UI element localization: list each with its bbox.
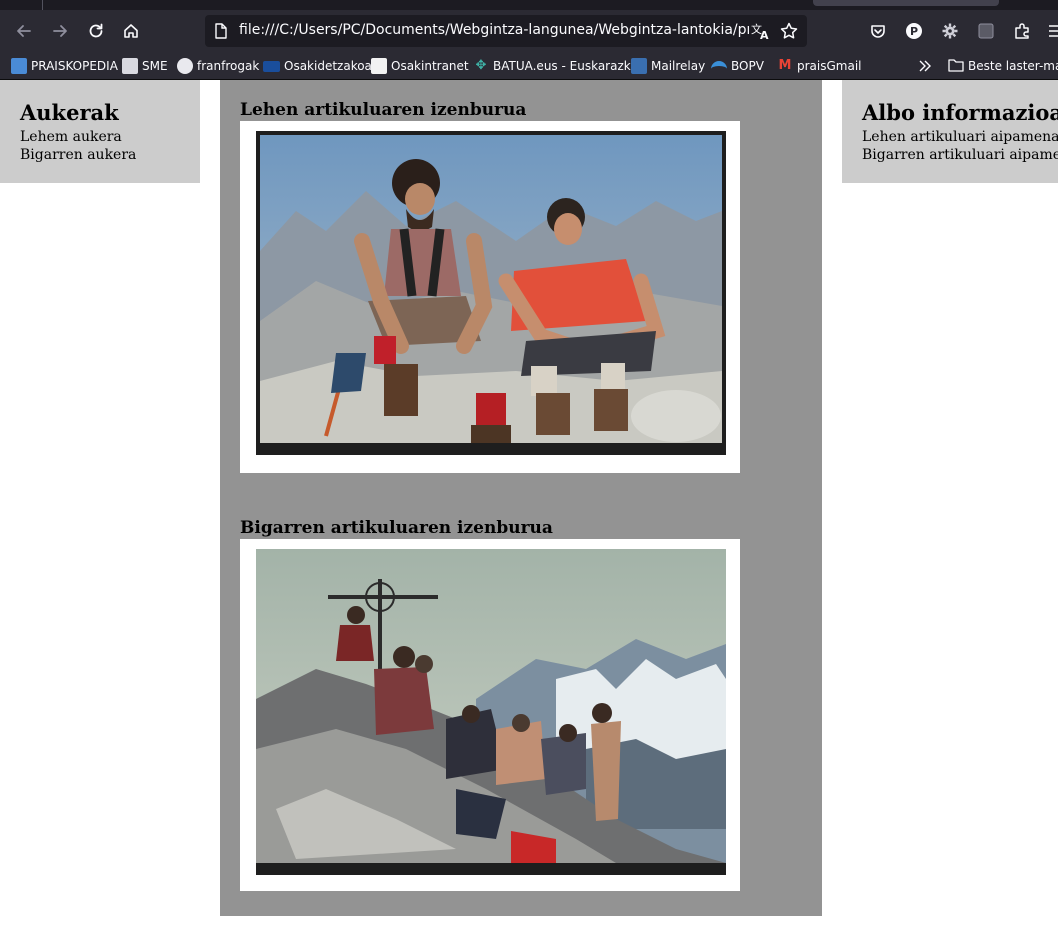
page-icon xyxy=(214,23,228,43)
folder-icon xyxy=(948,58,964,75)
menu-icon[interactable] xyxy=(1044,19,1058,43)
sap-icon xyxy=(263,60,280,72)
bookmark-label: BATUA.eus - Euskarazk... xyxy=(493,59,643,73)
right-sidebar-item: Bigarren artikuluari aipamena xyxy=(862,147,1058,163)
tab-separator xyxy=(42,0,43,10)
bookmark-osakidetzakoa[interactable]: Osakidetzakoa xyxy=(263,57,372,75)
tab-strip xyxy=(0,0,1058,10)
bookmark-batua[interactable]: ✥ BATUA.eus - Euskarazk... xyxy=(473,57,642,75)
bookmark-label: Osakintranet xyxy=(391,59,469,73)
mail-icon xyxy=(631,58,647,74)
bookmark-praiskopedia[interactable]: PRAISKOPEDIA xyxy=(11,57,118,75)
extensions-puzzle-icon[interactable] xyxy=(1010,19,1034,43)
right-sidebar-item: Lehen artikuluari aipamena xyxy=(862,129,1058,145)
gmail-icon: M xyxy=(777,58,793,74)
bookmark-label: Mailrelay xyxy=(651,59,706,73)
bookmark-osakintranet[interactable]: Osakintranet xyxy=(371,57,469,75)
bookmarks-overflow-icon[interactable] xyxy=(918,57,932,75)
bookmark-label: Beste laster-mark xyxy=(968,59,1058,73)
article-title: Bigarren artikuluaren izenburua xyxy=(240,518,553,538)
bookmark-favicon-icon xyxy=(122,58,138,74)
other-bookmarks-folder[interactable]: Beste laster-mark xyxy=(948,57,1058,75)
avatar-letter: P xyxy=(910,25,918,38)
bookmark-label: Osakidetzakoa xyxy=(284,59,372,73)
back-icon[interactable] xyxy=(12,19,36,43)
address-bar[interactable]: file:///C:/Users/PC/Documents/Webgintza-… xyxy=(205,15,807,47)
translate-icon[interactable]: 文A xyxy=(751,22,771,44)
account-avatar-icon[interactable]: P xyxy=(902,19,926,43)
article-image-frame xyxy=(240,121,740,473)
left-sidebar: Aukerak Lehem aukera Bigarren aukera xyxy=(0,80,200,183)
bookmark-label: PRAISKOPEDIA xyxy=(31,59,118,73)
right-sidebar: Albo informazioa Lehen artikuluari aipam… xyxy=(842,80,1058,183)
home-icon[interactable] xyxy=(119,19,143,43)
active-tab[interactable] xyxy=(813,0,999,6)
left-sidebar-item: Bigarren aukera xyxy=(20,147,137,163)
bookmark-label: franfrogak xyxy=(197,59,260,73)
bookmark-mailrelay[interactable]: Mailrelay xyxy=(631,57,705,75)
left-sidebar-item: Lehem aukera xyxy=(20,129,122,145)
photo-climbers-summit-cross xyxy=(256,549,726,875)
url-text[interactable]: file:///C:/Users/PC/Documents/Webgintza-… xyxy=(239,22,749,38)
bookmark-favicon-icon xyxy=(11,58,27,74)
bookmark-label: BOPV xyxy=(731,59,764,73)
navigation-toolbar: file:///C:/Users/PC/Documents/Webgintza-… xyxy=(0,10,1058,52)
bookmark-sme[interactable]: SME xyxy=(122,57,168,75)
extension-box-icon[interactable] xyxy=(974,19,998,43)
extension-gear-icon[interactable] xyxy=(938,19,962,43)
svg-text:A: A xyxy=(760,29,769,40)
bookmark-franfrogak[interactable]: franfrogak xyxy=(177,57,259,75)
photo-climbers-sitting xyxy=(256,131,726,455)
article-image-frame xyxy=(240,539,740,891)
bopv-icon xyxy=(711,60,727,72)
bookmark-label: SME xyxy=(142,59,168,73)
right-sidebar-title: Albo informazioa xyxy=(862,100,1058,125)
bookmark-praisgmail[interactable]: M praisGmail xyxy=(777,57,862,75)
article-title: Lehen artikuluaren izenburua xyxy=(240,100,527,120)
bookmarks-toolbar: PRAISKOPEDIA SME franfrogak Osakidetzako… xyxy=(0,52,1058,80)
bookmark-label: praisGmail xyxy=(797,59,862,73)
bookmark-bopv[interactable]: BOPV xyxy=(711,57,764,75)
bookmark-favicon-icon xyxy=(371,58,387,74)
bookmark-star-icon[interactable] xyxy=(779,21,799,45)
main-content: Lehen artikuluaren izenburua Bigarren ar… xyxy=(220,80,822,916)
batua-icon: ✥ xyxy=(473,58,489,74)
web-page: Aukerak Lehem aukera Bigarren aukera Leh… xyxy=(0,80,1058,944)
wordpress-icon xyxy=(177,58,193,74)
reload-icon[interactable] xyxy=(84,19,108,43)
forward-icon[interactable] xyxy=(48,19,72,43)
left-sidebar-title: Aukerak xyxy=(20,100,119,125)
pocket-icon[interactable] xyxy=(866,19,890,43)
